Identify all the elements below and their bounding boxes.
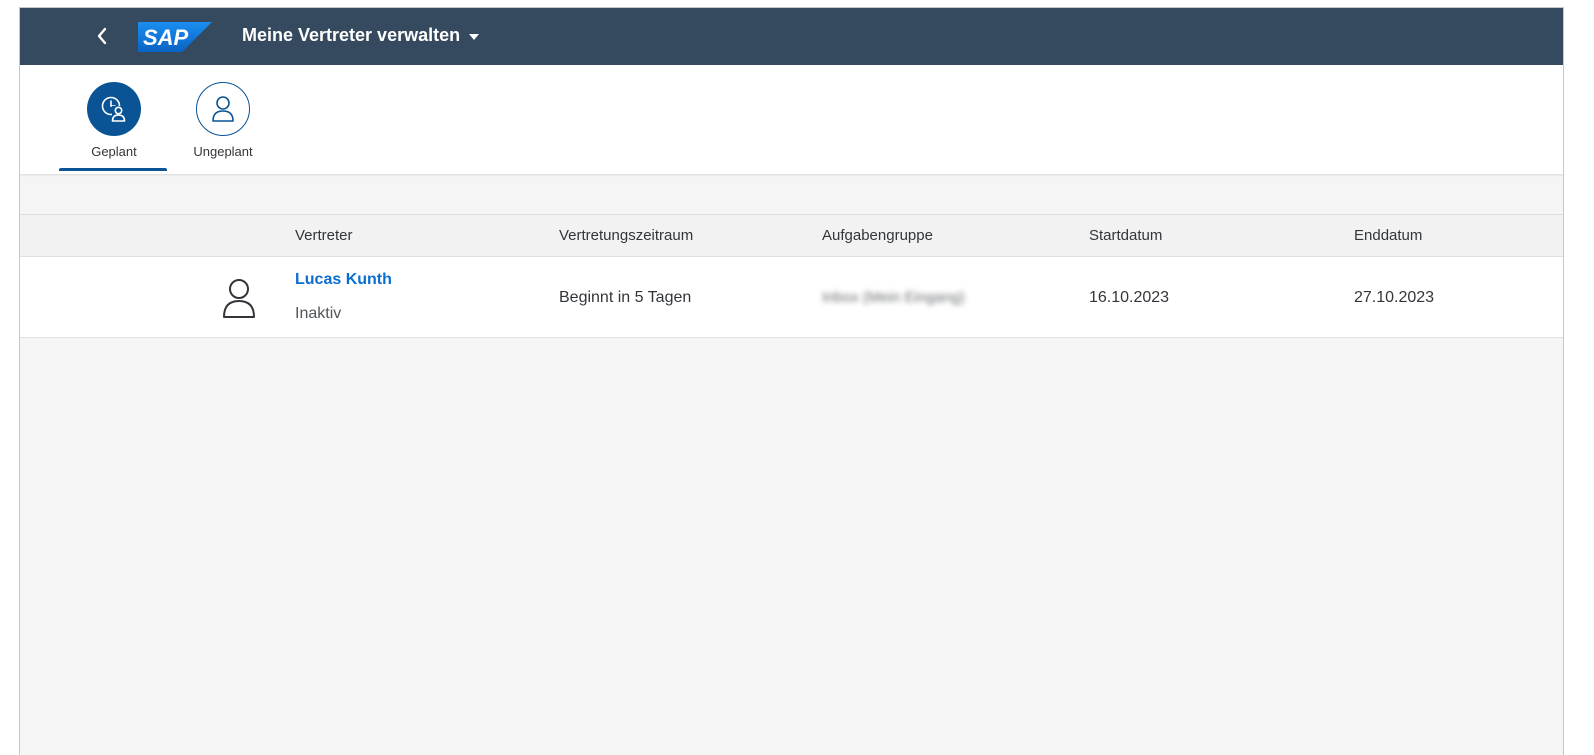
calendar-person-icon	[101, 96, 126, 122]
app-title-menu[interactable]: Meine Vertreter verwalten	[242, 25, 480, 46]
person-icon	[212, 96, 234, 122]
substitute-status: Inaktiv	[295, 305, 342, 322]
sap-logo: SAP	[138, 22, 212, 52]
chevron-left-icon	[97, 27, 107, 45]
tab-geplant-icon-circle	[87, 82, 141, 136]
tab-ungeplant[interactable]: Ungeplant	[168, 82, 278, 159]
shell-bar: SAP Meine Vertreter verwalten	[20, 8, 1563, 65]
start-date: 16.10.2023	[1089, 289, 1170, 306]
app-window: SAP Meine Vertreter verwalten Geplant Un…	[19, 7, 1564, 755]
substitution-period: Beginnt in 5 Tagen	[559, 289, 692, 306]
tab-geplant[interactable]: Geplant	[59, 82, 169, 171]
tab-label: Ungeplant	[193, 144, 253, 159]
substitute-name-link[interactable]: Lucas Kunth	[295, 271, 392, 289]
column-header-startdatum[interactable]: Startdatum	[1089, 227, 1162, 244]
icon-tab-bar: Geplant Ungeplant	[20, 65, 1563, 174]
back-button[interactable]	[86, 20, 118, 52]
column-header-vertretungszeitraum[interactable]: Vertretungszeitraum	[559, 227, 693, 244]
table-header: Vertreter Vertretungszeitraum Aufgabengr…	[20, 214, 1563, 257]
tab-ungeplant-icon-circle	[196, 82, 250, 136]
svg-text:SAP: SAP	[143, 25, 189, 50]
selected-tab-indicator	[59, 168, 167, 171]
task-group: Inbox (Mein Eingang)	[822, 289, 965, 306]
column-header-vertreter[interactable]: Vertreter	[295, 227, 353, 244]
column-header-enddatum[interactable]: Enddatum	[1354, 227, 1422, 244]
person-icon	[223, 279, 255, 318]
column-header-aufgabengruppe[interactable]: Aufgabengruppe	[822, 227, 933, 244]
table-row[interactable]: Lucas Kunth Inaktiv Beginnt in 5 Tagen I…	[20, 257, 1563, 338]
end-date: 27.10.2023	[1354, 289, 1435, 306]
caret-down-icon	[469, 33, 480, 40]
app-title: Meine Vertreter verwalten	[242, 25, 461, 45]
tab-label: Geplant	[91, 144, 137, 159]
